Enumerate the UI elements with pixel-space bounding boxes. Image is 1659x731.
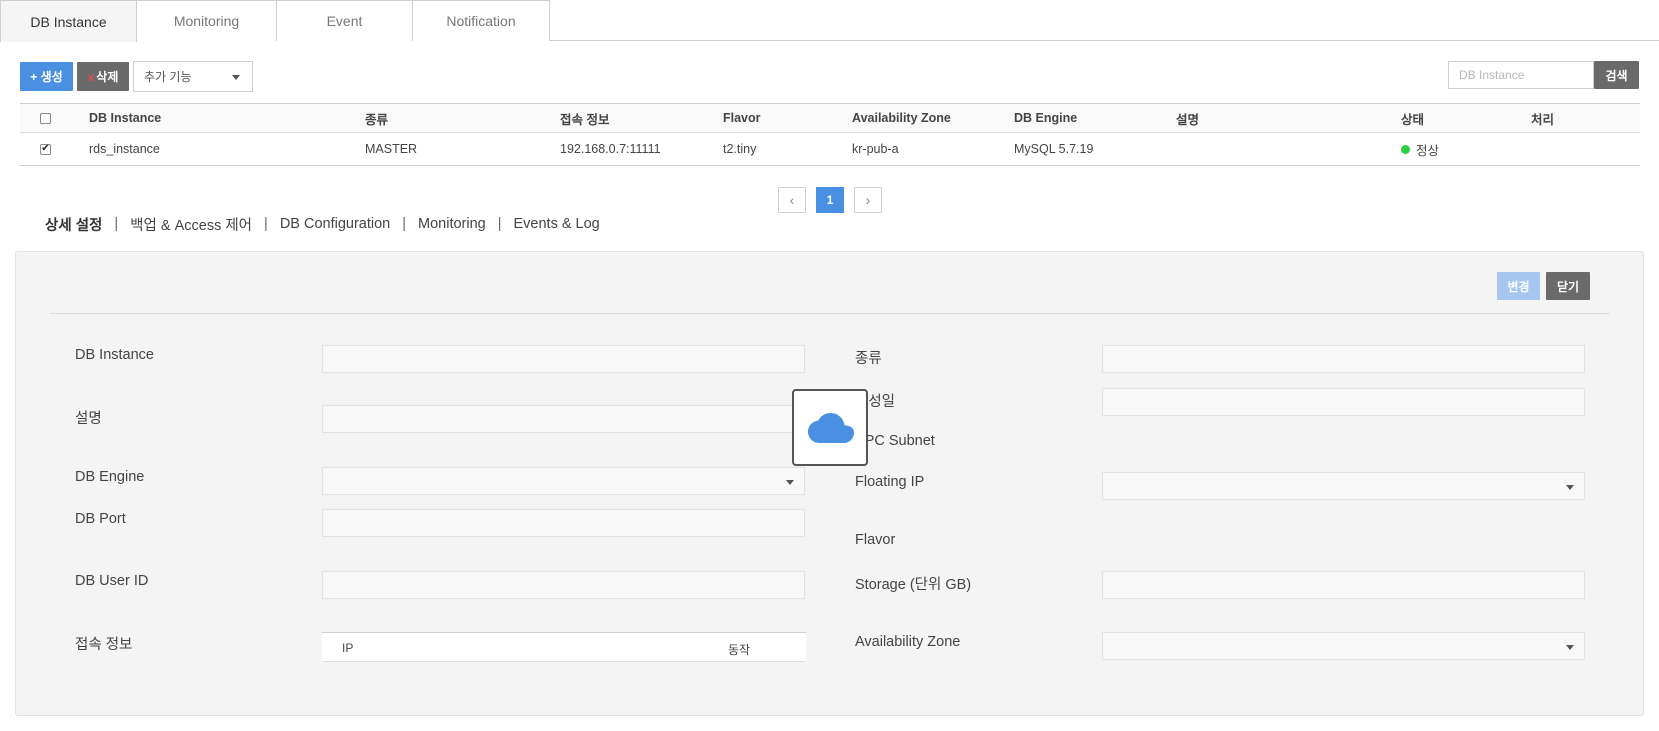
col-header-connection[interactable]: 접속 정보: [560, 104, 609, 132]
label-db-user-id: DB User ID: [75, 573, 149, 589]
label-type: 종류: [855, 351, 882, 367]
chevron-down-icon: [232, 75, 240, 80]
type-field[interactable]: [1102, 345, 1585, 373]
col-header-action[interactable]: 처리: [1531, 104, 1554, 132]
storage-field[interactable]: [1102, 571, 1585, 599]
change-button[interactable]: 변경: [1497, 272, 1540, 300]
detail-tab-configuration[interactable]: DB Configuration: [280, 216, 390, 232]
cell-status: 정상: [1401, 133, 1439, 165]
conn-col-action: 동작: [728, 643, 751, 657]
col-header-zone[interactable]: Availability Zone: [852, 104, 951, 132]
next-page-button[interactable]: ›: [854, 187, 882, 213]
connection-table: IP 동작: [322, 632, 806, 662]
availability-zone-select[interactable]: [1102, 632, 1585, 660]
description-field[interactable]: [322, 405, 805, 433]
col-header-flavor[interactable]: Flavor: [723, 104, 761, 132]
conn-col-ip: IP: [342, 641, 354, 655]
detail-tab-settings[interactable]: 상세 설정: [45, 214, 102, 235]
cell-instance-name[interactable]: rds_instance: [89, 133, 160, 165]
label-db-instance: DB Instance: [75, 347, 154, 363]
tab-notification[interactable]: Notification: [412, 0, 550, 41]
search-input[interactable]: [1448, 61, 1594, 89]
cell-flavor: t2.tiny: [723, 142, 757, 156]
status-dot-icon: [1401, 144, 1410, 154]
db-instance-field[interactable]: [322, 345, 805, 373]
label-db-engine: DB Engine: [75, 469, 145, 485]
page-1-button[interactable]: 1: [816, 187, 844, 213]
label-db-port: DB Port: [75, 511, 126, 527]
cell-zone: kr-pub-a: [852, 142, 899, 156]
label-connection-info: 접속 정보: [75, 637, 133, 653]
db-engine-select[interactable]: [322, 467, 805, 495]
floating-ip-select[interactable]: [1102, 472, 1585, 500]
chevron-down-icon: [1566, 485, 1574, 490]
tab-event[interactable]: Event: [276, 0, 413, 41]
loading-overlay: [792, 389, 868, 466]
db-user-id-field[interactable]: [322, 571, 805, 599]
cell-type: MASTER: [365, 142, 418, 156]
cell-engine: MySQL 5.7.19: [1014, 142, 1094, 156]
row-checkbox[interactable]: ✔: [40, 143, 51, 155]
label-floating-ip: Floating IP: [855, 474, 925, 490]
created-date-field[interactable]: [1102, 388, 1585, 416]
chevron-down-icon: [1566, 645, 1574, 650]
col-header-status[interactable]: 상태: [1401, 104, 1424, 132]
panel-divider: [50, 313, 1610, 314]
table-header: DB Instance 종류 접속 정보 Flavor Availability…: [20, 103, 1640, 133]
db-port-field[interactable]: [322, 509, 805, 537]
label-availability-zone: Availability Zone: [855, 634, 961, 650]
nav-separator: |: [497, 216, 502, 232]
more-actions-select[interactable]: 추가 기능: [133, 61, 253, 92]
col-header-description[interactable]: 설명: [1176, 104, 1199, 132]
close-button[interactable]: 닫기: [1546, 272, 1590, 300]
tab-db-instance[interactable]: DB Instance: [0, 0, 137, 42]
nav-separator: |: [114, 216, 119, 232]
col-header-engine[interactable]: DB Engine: [1014, 104, 1077, 132]
cell-connection: 192.168.0.7:11111: [560, 142, 661, 156]
tab-monitoring[interactable]: Monitoring: [136, 0, 277, 41]
select-all-checkbox[interactable]: [40, 112, 51, 124]
create-button[interactable]: + 생성: [20, 62, 73, 91]
detail-tab-backup[interactable]: 백업 & Access 제어: [130, 214, 252, 235]
label-description: 설명: [75, 411, 102, 427]
prev-page-button[interactable]: ‹: [778, 187, 806, 213]
select-all-cell: [40, 104, 51, 132]
label-storage: Storage (단위 GB): [855, 577, 972, 593]
delete-x-icon: x: [87, 69, 95, 84]
nav-separator: |: [402, 216, 407, 232]
top-tab-bar: DB Instance Monitoring Event Notificatio…: [0, 0, 1659, 42]
detail-nav: 상세 설정 | 백업 & Access 제어 | DB Configuratio…: [45, 213, 600, 235]
delete-label: 삭제: [96, 70, 119, 84]
delete-button[interactable]: x 삭제: [77, 62, 129, 91]
status-text: 정상: [1416, 143, 1440, 158]
detail-tab-monitoring[interactable]: Monitoring: [418, 216, 486, 232]
col-header-type[interactable]: 종류: [365, 104, 388, 132]
detail-tab-events-log[interactable]: Events & Log: [514, 216, 600, 232]
instance-table: DB Instance 종류 접속 정보 Flavor Availability…: [20, 103, 1640, 166]
col-header-instance[interactable]: DB Instance: [89, 104, 161, 132]
search-button[interactable]: 검색: [1594, 61, 1639, 89]
row-checkbox-cell: ✔: [40, 133, 51, 165]
chevron-down-icon: [786, 480, 794, 485]
more-actions-label: 추가 기능: [144, 70, 192, 84]
nav-separator: |: [264, 216, 268, 232]
cloud-icon: [808, 412, 854, 443]
table-row[interactable]: ✔ rds_instance MASTER 192.168.0.7:11111 …: [20, 133, 1640, 166]
label-flavor: Flavor: [855, 532, 896, 548]
